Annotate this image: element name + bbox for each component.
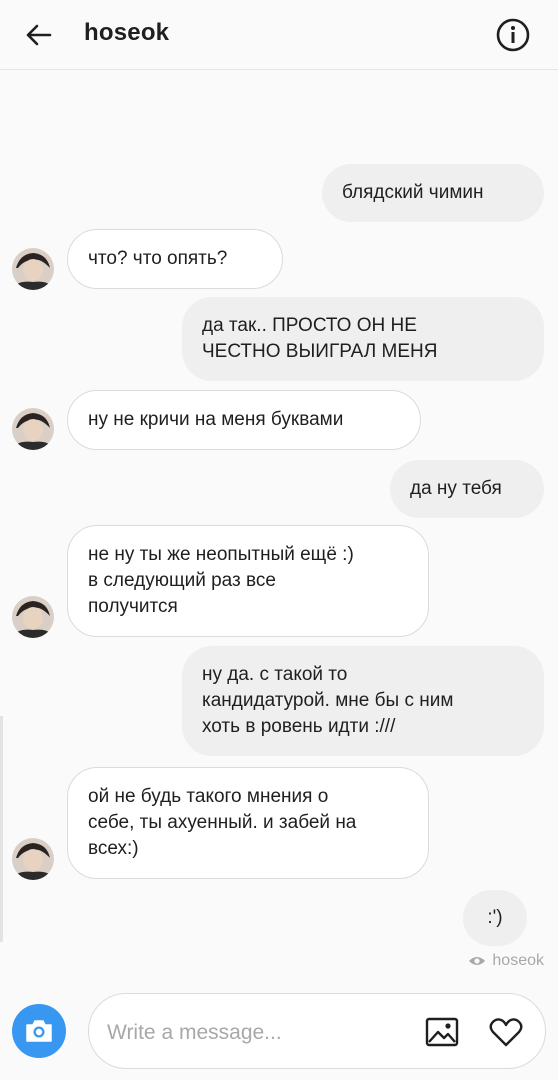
info-circle-icon: [496, 18, 530, 52]
message-text: блядский чимин: [342, 182, 484, 203]
message-text: :'): [487, 907, 503, 928]
avatar-image: [12, 838, 54, 880]
avatar-image: [12, 248, 54, 290]
message-bubble-received[interactable]: ой не будь такого мнения о себе, ты ахуе…: [67, 767, 429, 879]
message-bubble-sent[interactable]: :'): [463, 890, 527, 946]
avatar-image: [12, 596, 54, 638]
message-text: что? что опять?: [88, 248, 228, 269]
message-bubble-sent[interactable]: ну да. с такой то кандидатурой. мне бы с…: [182, 646, 544, 756]
message-composer: [88, 993, 546, 1069]
avatar[interactable]: [12, 596, 54, 638]
message-input[interactable]: [105, 1014, 409, 1052]
camera-button[interactable]: [12, 1004, 66, 1058]
seen-indicator: hoseok: [468, 952, 544, 970]
message-text: да ну тебя: [410, 478, 502, 499]
image-icon: [425, 1017, 459, 1047]
message-bubble-received[interactable]: что? что опять?: [67, 229, 283, 289]
message-bubble-received[interactable]: не ну ты же неопытный ещё :) в следующий…: [67, 525, 429, 637]
avatar[interactable]: [12, 408, 54, 450]
heart-icon: [489, 1018, 523, 1047]
message-text: ой не будь такого мнения о себе, ты ахуе…: [88, 786, 357, 859]
back-button[interactable]: [22, 18, 56, 52]
scroll-indicator[interactable]: [0, 716, 3, 942]
gallery-button[interactable]: [423, 1013, 461, 1051]
message-bubble-sent[interactable]: блядский чимин: [322, 164, 544, 222]
message-bubble-sent[interactable]: да так.. ПРОСТО ОН НЕ ЧЕСТНО ВЫИГРАЛ МЕН…: [182, 297, 544, 381]
eye-icon: [469, 957, 486, 965]
avatar[interactable]: [12, 248, 54, 290]
avatar[interactable]: [12, 838, 54, 880]
message-text: да так.. ПРОСТО ОН НЕ ЧЕСТНО ВЫИГРАЛ МЕН…: [202, 315, 438, 362]
message-bubble-sent[interactable]: да ну тебя: [390, 460, 544, 518]
arrow-left-icon: [26, 24, 52, 46]
message-bubble-received[interactable]: ну не кричи на меня буквами: [67, 390, 421, 450]
info-button[interactable]: [495, 17, 531, 53]
camera-icon: [26, 1020, 52, 1042]
message-text: ну не кричи на меня буквами: [88, 409, 344, 430]
seen-label: hoseok: [492, 952, 544, 969]
message-text: ну да. с такой то кандидатурой. мне бы с…: [202, 664, 454, 737]
message-text: не ну ты же неопытный ещё :) в следующий…: [88, 544, 354, 617]
chat-title[interactable]: hoseok: [84, 19, 169, 47]
avatar-image: [12, 408, 54, 450]
like-button[interactable]: [487, 1013, 525, 1051]
chat-header: hoseok: [0, 0, 558, 70]
